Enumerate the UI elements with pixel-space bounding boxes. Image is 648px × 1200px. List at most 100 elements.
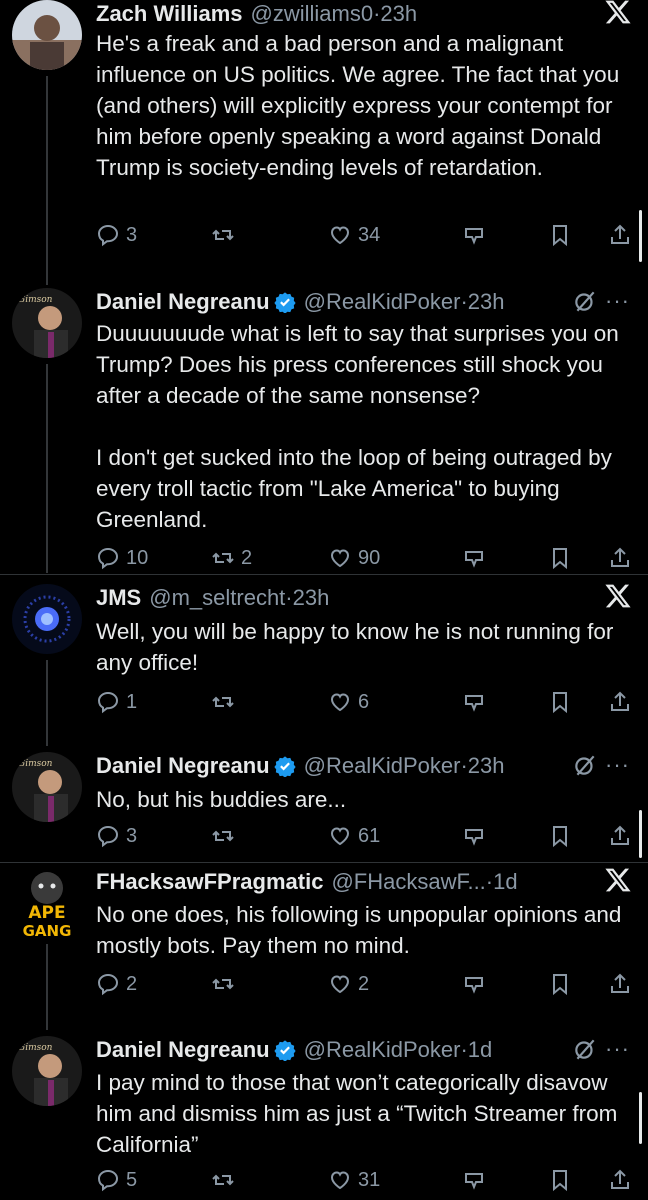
- divider: [0, 574, 648, 575]
- avatar[interactable]: APE GANG: [12, 868, 82, 938]
- tweet[interactable]: Gimson Daniel Negreanu @RealKidPoker · 1…: [0, 1036, 648, 1200]
- author-handle[interactable]: @zwilliams0: [251, 1, 374, 27]
- avatar[interactable]: Gimson: [12, 752, 82, 822]
- grok-button[interactable]: [462, 824, 486, 848]
- scrollbar[interactable]: [639, 210, 642, 262]
- reply-count: 3: [126, 824, 138, 847]
- bookmark-button[interactable]: [548, 223, 572, 247]
- avatar[interactable]: Gimson: [12, 1036, 82, 1106]
- tweet[interactable]: Zach Williams @zwilliams0 · 23h He's a f…: [0, 0, 648, 285]
- bookmark-button[interactable]: [548, 1168, 572, 1192]
- reply-button[interactable]: 10: [96, 546, 148, 570]
- bookmark-icon: [553, 826, 567, 848]
- reply-icon: [97, 1169, 119, 1192]
- like-icon: [330, 693, 350, 712]
- repost-button[interactable]: [211, 824, 241, 848]
- more-options-button[interactable]: ···: [605, 752, 630, 778]
- author-name[interactable]: Daniel Negreanu: [96, 289, 270, 315]
- share-icon: [611, 825, 629, 845]
- timestamp[interactable]: 1d: [493, 869, 517, 895]
- author-handle[interactable]: @RealKidPoker: [304, 289, 461, 315]
- bookmark-button[interactable]: [548, 972, 572, 996]
- grok-button[interactable]: [462, 690, 486, 714]
- repost-button[interactable]: 2: [211, 546, 252, 570]
- like-count: 34: [358, 223, 381, 246]
- author-handle[interactable]: @RealKidPoker: [304, 1037, 461, 1063]
- bookmark-button[interactable]: [548, 690, 572, 714]
- tweet-header: Daniel Negreanu @RealKidPoker · 1d: [96, 1036, 648, 1064]
- author-handle[interactable]: @FHacksawF...: [331, 869, 485, 895]
- author-handle[interactable]: @RealKidPoker: [304, 753, 461, 779]
- like-button[interactable]: 34: [328, 223, 380, 247]
- avatar[interactable]: [12, 0, 82, 70]
- tweet-actions: 3 61: [96, 824, 636, 856]
- grok-button[interactable]: [462, 1168, 486, 1192]
- more-options-button[interactable]: ···: [605, 288, 630, 314]
- like-button[interactable]: 61: [328, 824, 380, 848]
- author-name[interactable]: JMS: [96, 585, 141, 611]
- like-button[interactable]: 6: [328, 690, 369, 714]
- tweet-text: No, but his buddies are...: [96, 787, 347, 812]
- like-button[interactable]: 90: [328, 546, 380, 570]
- scrollbar[interactable]: [639, 810, 642, 858]
- grok-icon: [465, 228, 483, 245]
- avatar-logo-text: GANG: [23, 922, 72, 938]
- share-button[interactable]: [608, 546, 632, 570]
- tweet[interactable]: JMS @m_seltrecht · 23h Well, you will be…: [0, 584, 648, 746]
- timestamp[interactable]: 23h: [468, 289, 505, 315]
- scrollbar[interactable]: [639, 1092, 642, 1144]
- author-name[interactable]: Daniel Negreanu: [96, 753, 270, 779]
- author-name[interactable]: Daniel Negreanu: [96, 1037, 270, 1063]
- bookmark-button[interactable]: [548, 824, 572, 848]
- share-button[interactable]: [608, 824, 632, 848]
- bookmark-icon: [553, 692, 567, 714]
- reply-icon: [97, 825, 119, 848]
- tweet-actions: 2 2: [96, 972, 636, 1004]
- share-button[interactable]: [608, 972, 632, 996]
- reply-button[interactable]: 3: [96, 824, 137, 848]
- more-options-button[interactable]: ···: [605, 1036, 630, 1062]
- share-button[interactable]: [608, 1168, 632, 1192]
- grok-button[interactable]: [462, 546, 486, 570]
- tweet[interactable]: Gimson Daniel Negreanu @RealKidPoker · 2…: [0, 752, 648, 860]
- grok-icon[interactable]: [572, 1036, 598, 1062]
- reply-button[interactable]: 1: [96, 690, 137, 714]
- like-button[interactable]: 31: [328, 1168, 380, 1192]
- grok-button[interactable]: [462, 972, 486, 996]
- grok-button[interactable]: [462, 223, 486, 247]
- reply-button[interactable]: 5: [96, 1168, 137, 1192]
- grok-icon[interactable]: [572, 752, 598, 778]
- repost-button[interactable]: [211, 1168, 241, 1192]
- like-button[interactable]: 2: [328, 972, 369, 996]
- timestamp[interactable]: 23h: [380, 1, 417, 27]
- timestamp[interactable]: 1d: [468, 1037, 492, 1063]
- repost-icon: [212, 696, 234, 708]
- share-icon: [611, 1169, 629, 1189]
- repost-button[interactable]: [211, 223, 241, 247]
- author-name[interactable]: FHacksawFPragmatic: [96, 869, 323, 895]
- repost-icon: [212, 229, 234, 241]
- timestamp[interactable]: 23h: [293, 585, 330, 611]
- share-button[interactable]: [608, 223, 632, 247]
- grok-icon[interactable]: [572, 288, 598, 314]
- tweet[interactable]: Gimson Daniel Negreanu @RealKidPoker · 2…: [0, 288, 648, 573]
- reply-button[interactable]: 2: [96, 972, 137, 996]
- like-icon: [330, 975, 350, 994]
- author-name[interactable]: Zach Williams: [96, 1, 243, 27]
- tweet[interactable]: APE GANG FHacksawFPragmatic @FHacksawF...…: [0, 868, 648, 1030]
- reply-button[interactable]: 3: [96, 223, 137, 247]
- timestamp[interactable]: 23h: [468, 753, 505, 779]
- author-handle[interactable]: @m_seltrecht: [149, 585, 285, 611]
- bookmark-button[interactable]: [548, 546, 572, 570]
- x-logo-icon: [605, 584, 631, 608]
- like-count: 61: [358, 824, 381, 847]
- share-button[interactable]: [608, 690, 632, 714]
- repost-button[interactable]: [211, 972, 241, 996]
- avatar[interactable]: Gimson: [12, 288, 82, 358]
- repost-button[interactable]: [211, 690, 241, 714]
- share-icon: [611, 547, 629, 567]
- reply-count: 1: [126, 690, 138, 713]
- reply-icon: [97, 973, 119, 996]
- tweet-text: Duuuuuuude what is left to say that surp…: [96, 321, 619, 532]
- avatar[interactable]: [12, 584, 82, 654]
